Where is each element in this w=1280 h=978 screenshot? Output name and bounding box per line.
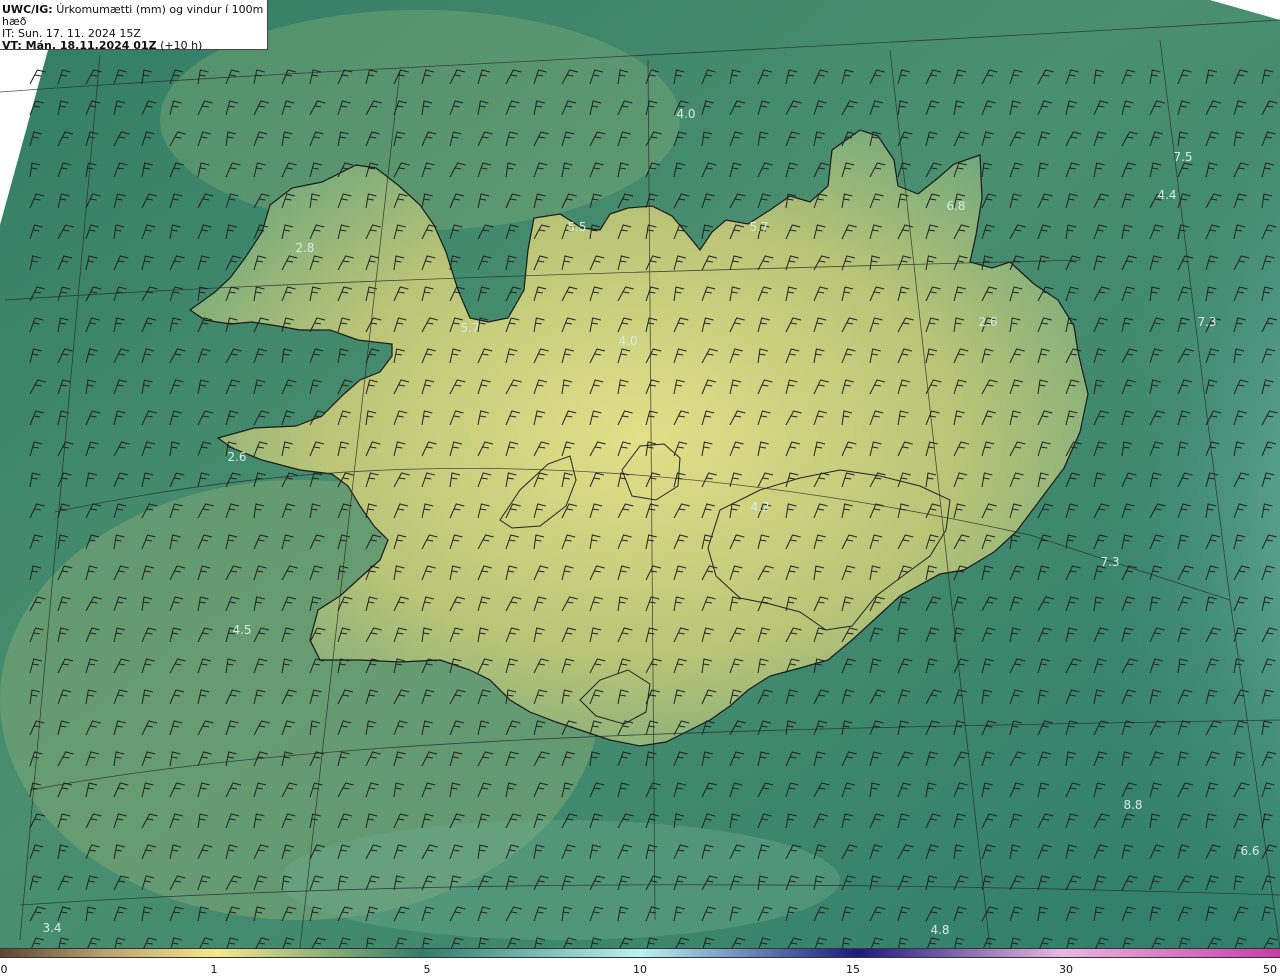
colorbar-tick: 1 (210, 963, 218, 976)
valid-time: VT: Mán. 18.11.2024 01Z (2, 39, 157, 52)
value-label: 4.0 (676, 107, 696, 121)
colorbar-tick: 30 (1059, 963, 1073, 976)
value-label: 5.5 (567, 220, 587, 234)
colorbar-tick: 10 (633, 963, 647, 976)
value-label: 2.6 (227, 450, 247, 464)
value-label: 5.7 (749, 220, 769, 234)
value-label: 6.8 (946, 199, 966, 213)
value-label: 4.8 (930, 923, 950, 937)
value-label: 3.4 (42, 921, 62, 935)
value-label: 2.8 (295, 241, 315, 255)
value-label: 7.3 (1197, 315, 1217, 329)
value-label: 4.2 (750, 500, 770, 514)
value-label: 4.4 (1157, 188, 1177, 202)
value-label: 2.6 (978, 315, 998, 329)
value-label: 6.6 (1240, 844, 1260, 858)
value-label: 7.5 (1173, 150, 1193, 164)
value-label: 4.0 (618, 334, 638, 348)
colorbar-strip (0, 948, 1280, 958)
colorbar-tick: 0 (0, 963, 8, 976)
map-area: UWC/IG: Úrkomumætti (mm) og vindur í 100… (0, 0, 1280, 978)
colorbar-tick: 5 (423, 963, 431, 976)
value-label: 5.7 (460, 321, 480, 335)
value-label: 4.5 (232, 623, 252, 637)
value-label: 8.8 (1123, 798, 1143, 812)
map-canvas (0, 0, 1280, 948)
value-label: 7.3 (1100, 555, 1120, 569)
colorbar-tick: 15 (846, 963, 860, 976)
colorbar-tick: 50 (1263, 963, 1277, 976)
map-title-box: UWC/IG: Úrkomumætti (mm) og vindur í 100… (0, 0, 268, 52)
colorbar: 0 1 5 10 15 30 50 (0, 948, 1280, 978)
valid-offset: (+10 h) (160, 39, 203, 52)
